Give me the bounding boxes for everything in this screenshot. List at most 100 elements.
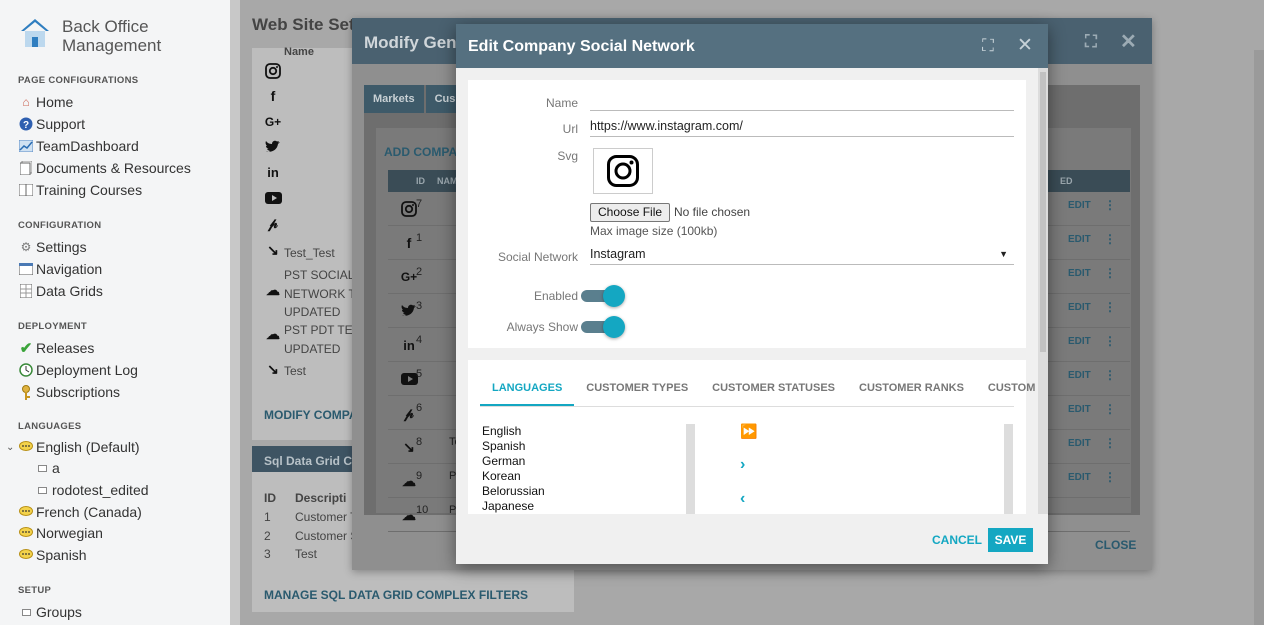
sidebar-item-deployment-log[interactable]: Deployment Log (18, 362, 138, 378)
svg-label: Svg (557, 149, 578, 163)
add-company-button[interactable]: ADD COMPAN (384, 145, 466, 159)
checkmark-icon: ✔ (19, 340, 33, 357)
move-left-icon[interactable]: ‹ (740, 490, 745, 508)
list-item[interactable]: Korean (482, 469, 545, 484)
enabled-toggle[interactable] (581, 285, 625, 307)
scroll-thumb[interactable] (1040, 72, 1046, 352)
dialog-footer: CANCEL SAVE (456, 514, 1048, 564)
more-vertical-icon[interactable]: ⋮ (1104, 300, 1116, 314)
more-vertical-icon[interactable]: ⋮ (1104, 232, 1116, 246)
sidebar-item-subscriptions[interactable]: Subscriptions (18, 384, 120, 400)
page-scrollbar[interactable] (1254, 50, 1264, 625)
gear-icon: ⚙ (20, 240, 32, 254)
more-vertical-icon[interactable]: ⋮ (1104, 266, 1116, 280)
dialog1-tabs: Markets Cus (364, 85, 466, 113)
sql-col-id: ID (264, 491, 276, 505)
tab-markets[interactable]: Markets (364, 85, 424, 113)
move-right-icon[interactable]: › (740, 456, 745, 474)
twitter-icon (264, 138, 282, 156)
sidebar-item-data-grids[interactable]: Data Grids (18, 283, 103, 299)
save-button[interactable]: SAVE (988, 528, 1033, 552)
name-column-header: Name (284, 46, 314, 58)
dropdown-arrow-icon: ▼ (999, 249, 1008, 259)
dialog-header: Edit Company Social Network ⛶ ✕ (456, 24, 1048, 68)
section-deployment: DEPLOYMENT (18, 321, 87, 332)
choose-file-button[interactable]: Choose File (590, 203, 671, 222)
tab-customer-ranks[interactable]: CUSTOMER RANKS (847, 376, 976, 406)
social-network-select[interactable]: Instagram ▼ (590, 245, 1014, 265)
list-item[interactable]: Spanish (482, 439, 545, 454)
sidebar-item-navigation[interactable]: Navigation (18, 261, 102, 277)
col-name: NAM (437, 176, 458, 186)
list-item[interactable]: Japanese (482, 499, 545, 514)
sql-cell: Customer T (295, 510, 358, 524)
brand-line-2: Management (62, 36, 162, 55)
close-icon[interactable]: ✕ (1120, 29, 1137, 54)
always-show-toggle[interactable] (581, 316, 625, 338)
google-plus-icon: G+ (264, 115, 282, 129)
available-languages-list[interactable]: English Spanish German Korean Belorussia… (482, 424, 545, 514)
close-icon[interactable]: ✕ (1017, 34, 1033, 57)
sidebar-item-home[interactable]: ⌂ Home (18, 94, 73, 110)
sidebar-item-releases[interactable]: ✔ Releases (18, 340, 95, 357)
help-icon: ? (18, 116, 34, 132)
maximize-icon[interactable]: ⛶ (1085, 32, 1097, 52)
more-vertical-icon[interactable]: ⋮ (1104, 198, 1116, 212)
more-vertical-icon[interactable]: ⋮ (1104, 436, 1116, 450)
sidebar-item-teamdashboard[interactable]: TeamDashboard (18, 138, 139, 154)
dialog-scrollbar[interactable] (1038, 68, 1048, 514)
sidebar-item-spanish[interactable]: Spanish (18, 547, 87, 563)
sidebar-item-settings[interactable]: ⚙ Settings (18, 239, 87, 255)
url-field[interactable]: https://www.instagram.com/ (590, 117, 1014, 137)
col-id: ID (416, 176, 425, 186)
sidebar-item-french[interactable]: French (Canada) (18, 504, 142, 520)
modify-company-link[interactable]: MODIFY COMPA (264, 408, 358, 422)
tab-customer-statuses[interactable]: CUSTOMER STATUSES (700, 376, 847, 406)
name-field[interactable] (590, 91, 1014, 111)
list-item[interactable]: Belorussian (482, 484, 545, 499)
brand[interactable]: Back Office Management (18, 17, 161, 55)
more-vertical-icon[interactable]: ⋮ (1104, 470, 1116, 484)
sql-cell: 3 (264, 547, 271, 561)
tab-customer-types[interactable]: CUSTOMER TYPES (574, 376, 700, 406)
dialog1-close-button[interactable]: CLOSE (1095, 538, 1136, 552)
maximize-icon[interactable]: ⛶ (982, 36, 994, 56)
more-vertical-icon[interactable]: ⋮ (1104, 334, 1116, 348)
max-size-hint: Max image size (100kb) (590, 224, 718, 238)
sidebar-item-training[interactable]: Training Courses (18, 182, 142, 198)
move-all-right-icon[interactable]: ⏩ (740, 423, 757, 440)
custom-network-icon: ↘ (267, 241, 279, 258)
history-icon (18, 362, 34, 378)
social-network-value: Instagram (590, 247, 646, 261)
sql-cell: 2 (264, 529, 271, 543)
sidebar-item-a[interactable]: a (34, 460, 60, 476)
sql-cell: Customer S (295, 529, 359, 543)
tab-custom[interactable]: CUSTOM (976, 376, 1038, 406)
form-card: Name Url https://www.instagram.com/ Svg … (468, 80, 1026, 348)
sidebar-item-rodotest[interactable]: rodotest_edited (34, 482, 149, 498)
name-label: Name (545, 96, 578, 110)
cancel-button[interactable]: CANCEL (932, 533, 982, 547)
list-item[interactable]: German (482, 454, 545, 469)
manage-filters-link[interactable]: MANAGE SQL DATA GRID COMPLEX FILTERS (264, 588, 528, 602)
more-vertical-icon[interactable]: ⋮ (1104, 368, 1116, 382)
speech-bubble-icon (18, 525, 34, 541)
sidebar-item-groups[interactable]: Groups (18, 604, 82, 620)
chevron-down-icon[interactable]: ⌄ (6, 442, 14, 453)
tab-languages[interactable]: LANGUAGES (480, 376, 575, 406)
list-scrollbar[interactable] (686, 424, 695, 514)
sidebar-item-documents[interactable]: Documents & Resources (18, 160, 191, 176)
list-item[interactable]: English (482, 424, 545, 439)
sql-cell: 1 (264, 510, 271, 524)
grid-icon (18, 283, 34, 299)
sidebar-item-support[interactable]: ? Support (18, 116, 85, 132)
sidebar-item-norwegian[interactable]: Norwegian (18, 525, 103, 541)
section-configuration: CONFIGURATION (18, 220, 102, 231)
linkedin-icon: in (267, 164, 279, 180)
pinterest-icon: 𝓅 (268, 214, 278, 231)
selected-list-scrollbar[interactable] (1004, 424, 1013, 514)
dialog-title: Edit Company Social Network (468, 38, 695, 55)
tabs-card: LANGUAGES CUSTOMER TYPES CUSTOMER STATUS… (468, 360, 1035, 514)
more-vertical-icon[interactable]: ⋮ (1104, 402, 1116, 416)
sidebar-item-english[interactable]: English (Default) (18, 439, 140, 455)
